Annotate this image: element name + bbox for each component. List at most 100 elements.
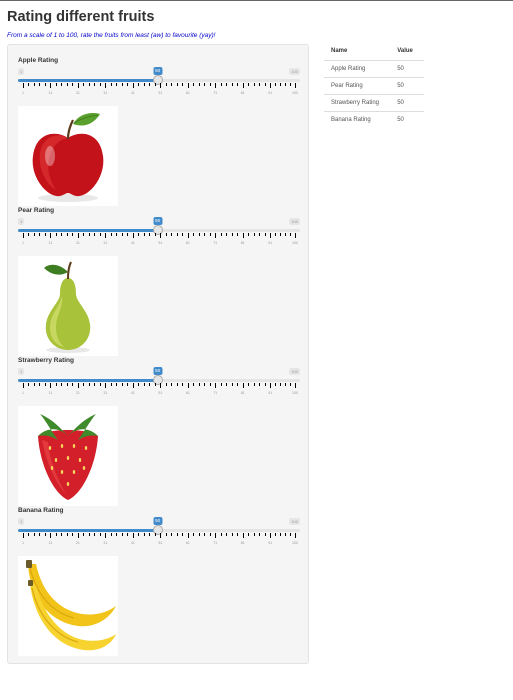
slider-minor-tick bbox=[28, 83, 30, 86]
slider-tick-label: 1 bbox=[22, 391, 24, 395]
slider-minor-tick bbox=[121, 383, 123, 386]
slider-major-tick bbox=[187, 233, 189, 238]
slider-major-tick bbox=[215, 233, 217, 238]
slider-minor-tick bbox=[44, 533, 46, 536]
slider-minor-tick bbox=[44, 83, 46, 86]
apple-rating-label: Apple Rating bbox=[18, 57, 59, 64]
slider-major-tick bbox=[50, 83, 52, 88]
slider-minor-tick bbox=[88, 233, 90, 236]
slider-tick-label: 21 bbox=[75, 541, 80, 545]
slider-minor-tick bbox=[275, 533, 277, 536]
slider-minor-tick bbox=[171, 83, 173, 86]
slider-minor-tick bbox=[264, 83, 266, 86]
slider-minor-tick bbox=[248, 233, 250, 236]
slider-minor-tick bbox=[44, 233, 46, 236]
slider-minor-tick bbox=[290, 383, 292, 386]
slider-minor-tick bbox=[72, 233, 74, 236]
slider-minor-tick bbox=[237, 233, 239, 236]
pear-rating-label: Pear Rating bbox=[18, 207, 55, 214]
slider-minor-tick bbox=[226, 383, 228, 386]
slider-major-tick bbox=[77, 383, 79, 388]
slider-minor-tick bbox=[116, 533, 118, 536]
slider-minor-tick bbox=[280, 533, 282, 536]
slider-major-tick bbox=[242, 533, 244, 538]
slider-tick-label: 71 bbox=[213, 391, 218, 395]
slider-minor-tick bbox=[220, 383, 222, 386]
slider-minor-tick bbox=[209, 533, 211, 536]
slider-max-label: 100 bbox=[289, 68, 300, 75]
slider-tick-label: 100 bbox=[292, 91, 298, 95]
slider-major-tick bbox=[105, 533, 107, 538]
slider-minor-tick bbox=[193, 233, 195, 236]
slider-tick-label: 1 bbox=[22, 241, 24, 245]
slider-minor-tick bbox=[138, 383, 140, 386]
slider-major-tick bbox=[270, 533, 272, 538]
slider-major-tick bbox=[242, 383, 244, 388]
slider-minor-tick bbox=[99, 83, 101, 86]
slider-tick-label: 51 bbox=[158, 541, 163, 545]
slider-minor-tick bbox=[165, 83, 167, 86]
slider-major-tick bbox=[187, 83, 189, 88]
slider-minor-tick bbox=[143, 83, 145, 86]
slider-minor-tick bbox=[143, 533, 145, 536]
slider-major-tick bbox=[242, 233, 244, 238]
slider-minor-tick bbox=[33, 533, 35, 536]
slider-minor-tick bbox=[99, 533, 101, 536]
slider-minor-tick bbox=[88, 533, 90, 536]
slider-tick-label: 81 bbox=[240, 91, 245, 95]
slider-minor-tick bbox=[237, 383, 239, 386]
slider-tick-label: 100 bbox=[292, 391, 298, 395]
slider-minor-tick bbox=[220, 233, 222, 236]
slider-major-tick bbox=[132, 533, 134, 538]
slider-tick-label: 61 bbox=[185, 541, 190, 545]
slider-minor-tick bbox=[285, 233, 287, 236]
slider-tick-label: 71 bbox=[213, 91, 218, 95]
slider-minor-tick bbox=[204, 383, 206, 386]
slider-tick-label: 91 bbox=[268, 241, 273, 245]
slider-major-tick bbox=[187, 383, 189, 388]
slider-tick-label: 61 bbox=[185, 391, 190, 395]
slider-tick-label: 71 bbox=[213, 241, 218, 245]
slider-minor-tick bbox=[110, 383, 112, 386]
slider-minor-tick bbox=[259, 83, 261, 86]
slider-tick-label: 11 bbox=[48, 91, 53, 95]
slider-major-tick bbox=[160, 533, 162, 538]
slider-ticks: 1 11 21 31 41 51 61 71 81 91 100 bbox=[18, 233, 300, 249]
slider-minor-tick bbox=[33, 233, 35, 236]
page-subtitle: From a scale of 1 to 100, rate the fruit… bbox=[7, 32, 216, 39]
slider-minor-tick bbox=[176, 383, 178, 386]
slider-minor-tick bbox=[110, 83, 112, 86]
slider-minor-tick bbox=[176, 533, 178, 536]
slider-tick-label: 61 bbox=[185, 241, 190, 245]
slider-major-tick bbox=[215, 533, 217, 538]
slider-minor-tick bbox=[275, 83, 277, 86]
slider-minor-tick bbox=[253, 83, 255, 86]
slider-tick-label: 61 bbox=[185, 91, 190, 95]
slider-minor-tick bbox=[28, 383, 30, 386]
table-row: Strawberry Rating 50 bbox=[324, 94, 424, 112]
slider-minor-tick bbox=[198, 533, 200, 536]
slider-minor-tick bbox=[94, 233, 96, 236]
strawberry-rating-label: Strawberry Rating bbox=[18, 357, 74, 364]
slider-major-tick bbox=[160, 83, 162, 88]
slider-minor-tick bbox=[253, 233, 255, 236]
slider-minor-tick bbox=[182, 533, 184, 536]
slider-minor-tick bbox=[116, 83, 118, 86]
table-cell-name: Apple Rating bbox=[324, 60, 398, 78]
banana-rating-label: Banana Rating bbox=[18, 507, 64, 514]
slider-minor-tick bbox=[55, 83, 57, 86]
slider-minor-tick bbox=[176, 83, 178, 86]
slider-minor-tick bbox=[237, 83, 239, 86]
slider-minor-tick bbox=[193, 83, 195, 86]
table-row: Apple Rating 50 bbox=[324, 60, 424, 78]
slider-major-tick bbox=[215, 383, 217, 388]
slider-minor-tick bbox=[290, 533, 292, 536]
slider-minor-tick bbox=[204, 533, 206, 536]
slider-ticks: 1 11 21 31 41 51 61 71 81 91 100 bbox=[18, 83, 300, 99]
slider-major-tick bbox=[215, 83, 217, 88]
slider-fill bbox=[18, 229, 158, 232]
slider-max-label: 100 bbox=[289, 368, 300, 375]
slider-major-tick bbox=[105, 233, 107, 238]
slider-minor-tick bbox=[39, 533, 41, 536]
slider-tick-label: 31 bbox=[103, 391, 108, 395]
